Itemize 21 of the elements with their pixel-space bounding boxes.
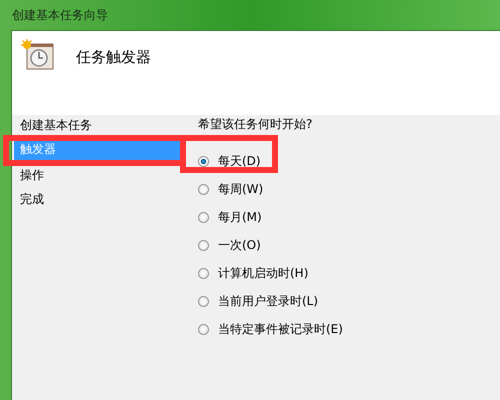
option-label[interactable]: 每月(M) xyxy=(218,208,262,226)
page-title: 任务触发器 xyxy=(76,48,151,67)
radio-button[interactable] xyxy=(198,156,209,166)
option-label[interactable]: 每周(W) xyxy=(218,180,264,198)
option-label[interactable]: 一次(O) xyxy=(218,236,261,254)
option-label[interactable]: 当特定事件被记录时(E) xyxy=(218,320,343,338)
sidebar-item[interactable]: 创建基本任务 xyxy=(14,115,180,139)
clock-icon xyxy=(21,39,55,71)
radio-button[interactable] xyxy=(198,184,209,194)
radio-button[interactable] xyxy=(198,296,209,306)
option-label[interactable]: 计算机启动时(H) xyxy=(218,264,308,282)
question-label: 希望该任务何时开始? xyxy=(198,116,314,133)
sidebar-item[interactable]: 操作 xyxy=(14,165,180,189)
sidebar-item[interactable]: 完成 xyxy=(14,189,180,213)
option-label[interactable]: 每天(D) xyxy=(218,152,261,170)
radio-button[interactable] xyxy=(198,268,209,278)
radio-button[interactable] xyxy=(198,212,209,222)
option-label[interactable]: 当前用户登录时(L) xyxy=(218,292,318,310)
radio-button[interactable] xyxy=(198,324,209,334)
window-title: 创建基本任务向导 xyxy=(12,6,108,24)
radio-button[interactable] xyxy=(198,240,209,250)
